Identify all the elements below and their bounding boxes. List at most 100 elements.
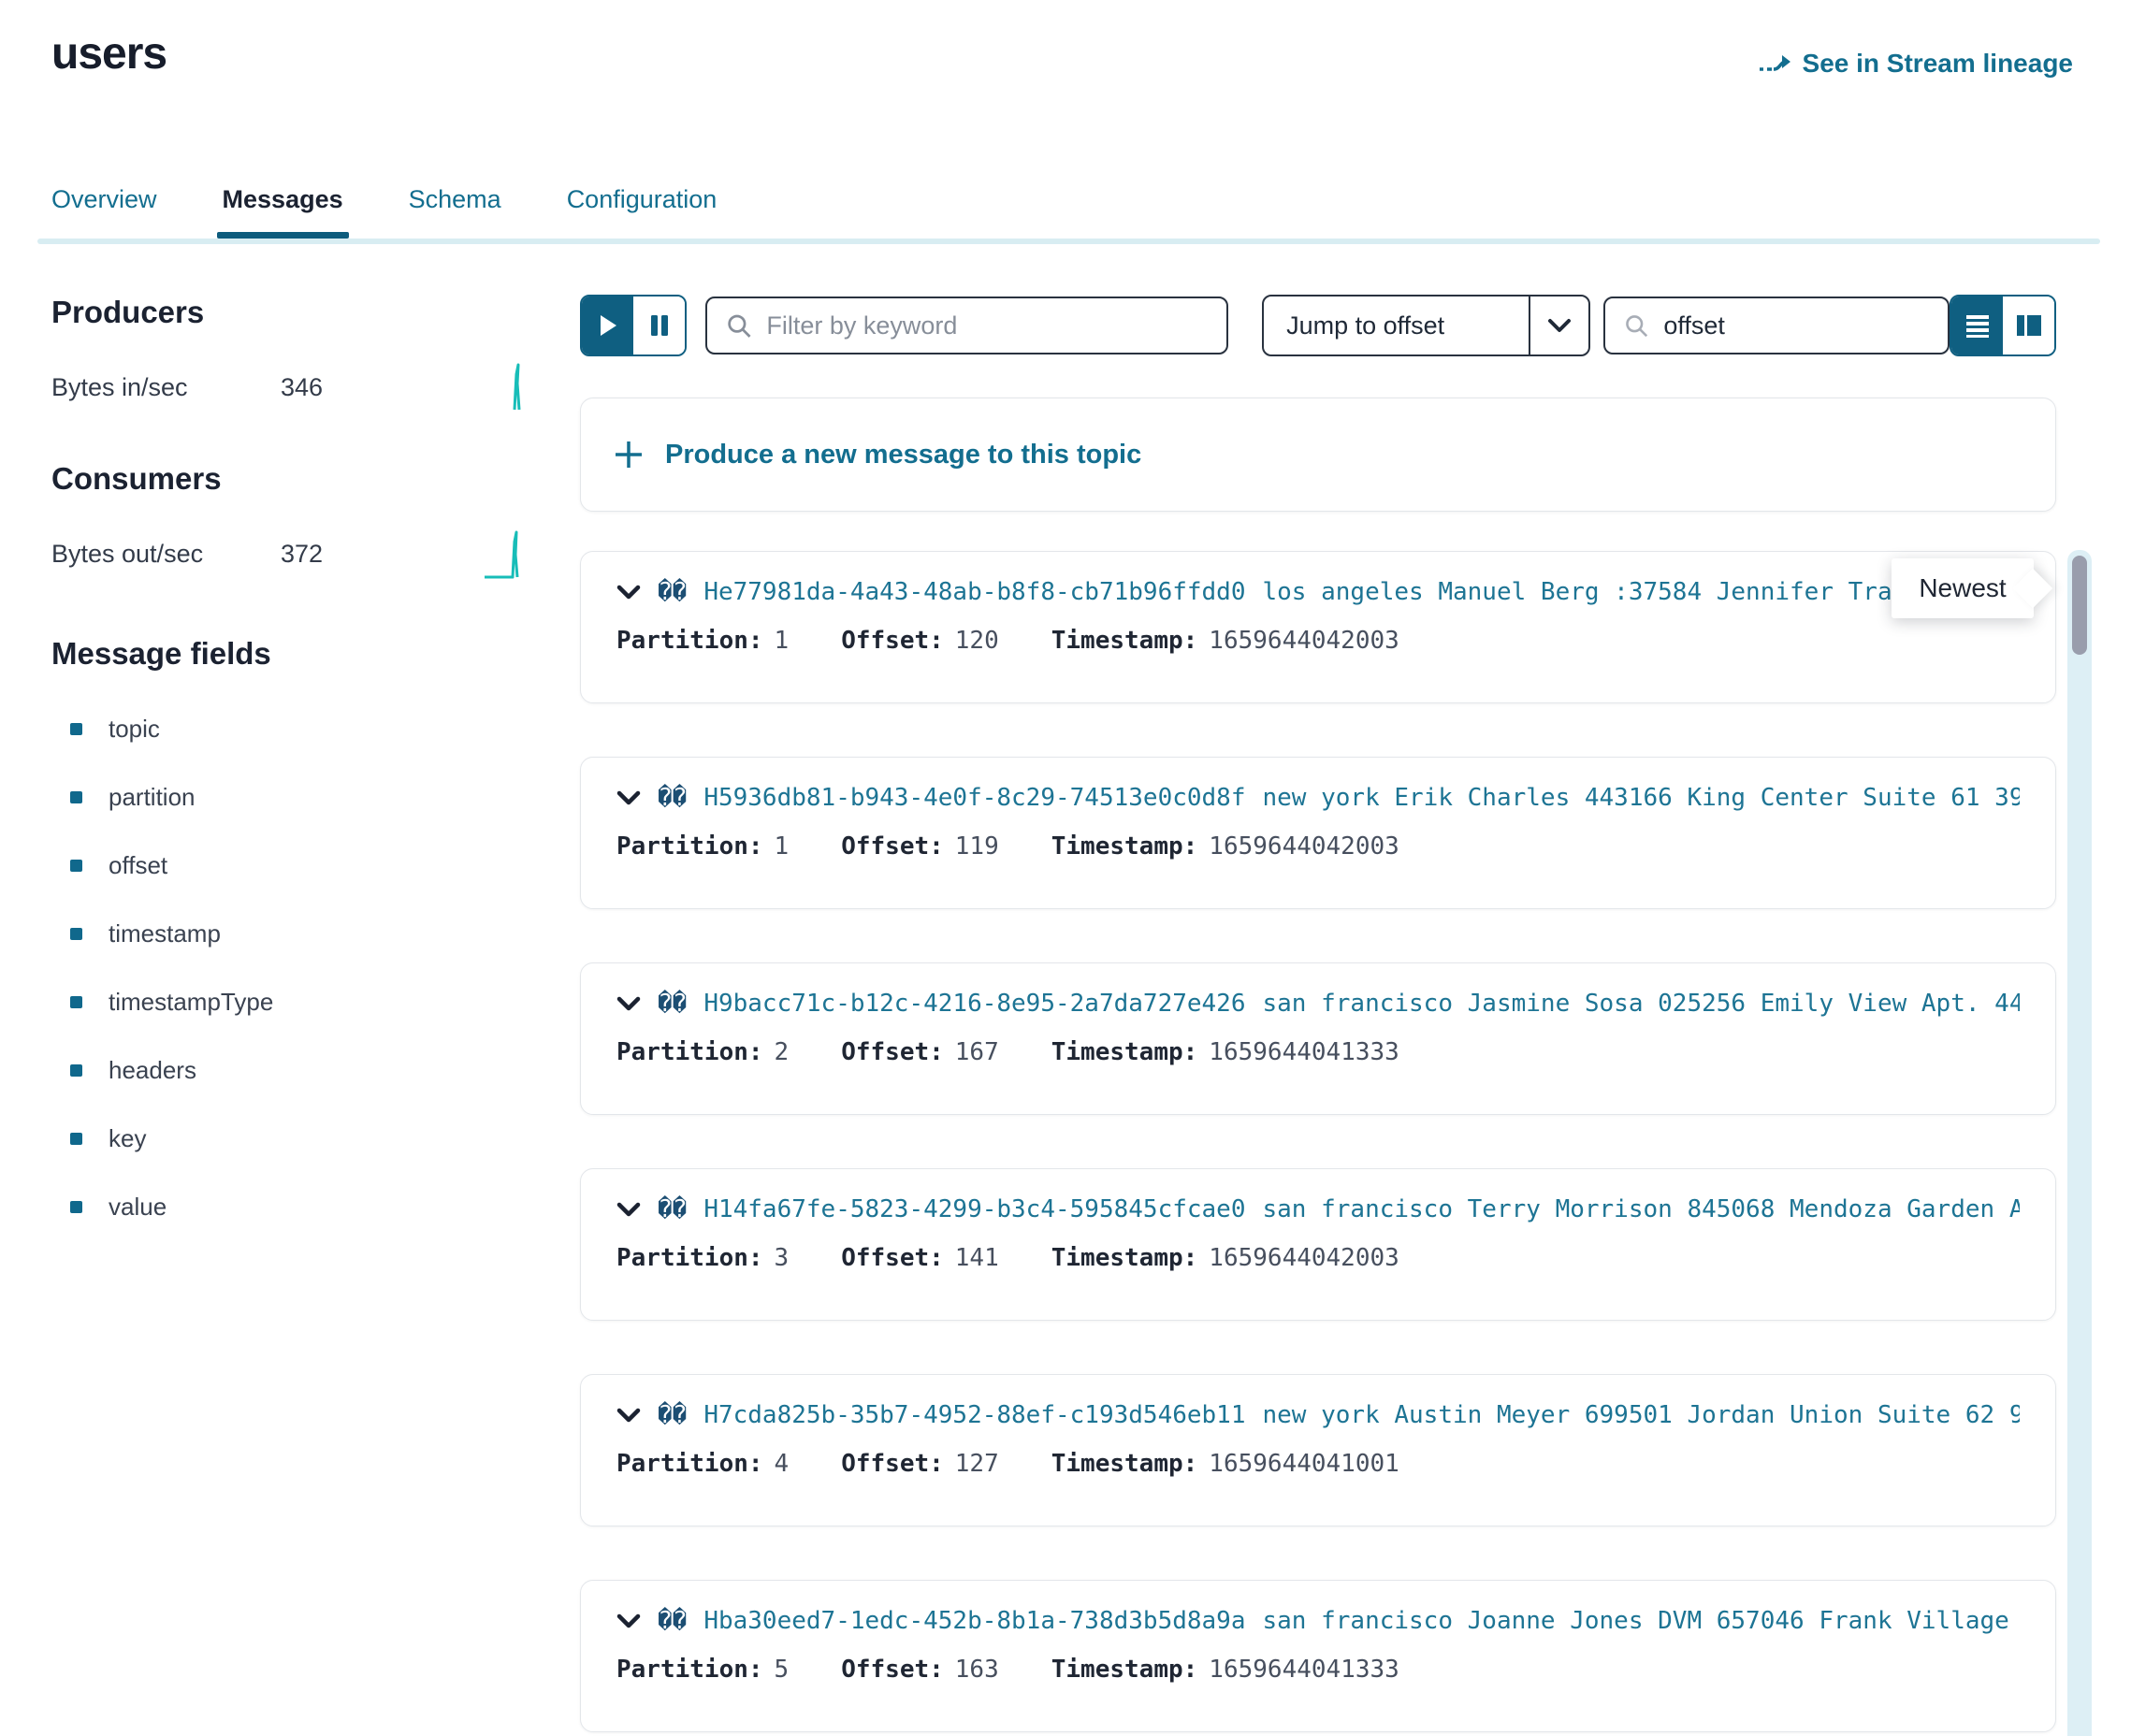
- field-bullet-icon: [70, 1133, 82, 1145]
- field-bullet-icon: [70, 928, 82, 940]
- newest-tooltip-label: Newest: [1919, 573, 2006, 603]
- message-list-scrollbar-thumb[interactable]: [2072, 556, 2087, 655]
- dashed-arrow-icon: [1758, 50, 1791, 78]
- replacement-glyphs: ��: [658, 1607, 687, 1635]
- message-key[interactable]: H5936db81-b943-4e0f-8c29-74513e0c0d8f: [703, 784, 1245, 812]
- message-meta: Partition:1 Offset:119 Timestamp:1659644…: [616, 832, 2020, 861]
- message-meta: Partition:5 Offset:163 Timestamp:1659644…: [616, 1656, 2020, 1684]
- field-item-partition[interactable]: partition: [51, 763, 524, 832]
- message-value-preview: san francisco Joanne Jones DVM 657046 Fr…: [1263, 1607, 2021, 1635]
- message-value-preview: new york Austin Meyer 699501 Jordan Unio…: [1263, 1401, 2021, 1429]
- bytes-in-sparkline: [486, 361, 524, 413]
- see-in-stream-lineage-link[interactable]: See in Stream lineage: [1758, 49, 2073, 79]
- search-icon: [726, 311, 751, 340]
- replacement-glyphs: ��: [658, 1195, 687, 1223]
- replacement-glyphs: ��: [658, 990, 687, 1018]
- message-key[interactable]: H14fa67fe-5823-4299-b3c4-595845cfcae0: [703, 1195, 1245, 1223]
- messages-toolbar: Jump to offset: [580, 295, 2056, 356]
- replacement-glyphs: ��: [658, 784, 687, 812]
- tab-underline-track: [37, 239, 2100, 244]
- view-mode-toggle: [1950, 295, 2056, 356]
- metrics-sidebar: Producers Bytes in/sec 346 Consumers Byt…: [51, 296, 524, 1241]
- message-meta: Partition:4 Offset:127 Timestamp:1659644…: [616, 1450, 2020, 1478]
- message-value-preview: new york Erik Charles 443166 King Center…: [1263, 784, 2021, 812]
- replacement-glyphs: ��: [658, 578, 687, 606]
- field-bullet-icon: [70, 1064, 82, 1077]
- tab-configuration[interactable]: Configuration: [567, 185, 718, 239]
- produce-message-button[interactable]: Produce a new message to this topic: [580, 398, 2056, 512]
- list-view-button[interactable]: [1951, 297, 2003, 354]
- jump-to-offset-select[interactable]: Jump to offset: [1262, 295, 1590, 356]
- split-view-button[interactable]: [2003, 297, 2054, 354]
- field-bullet-icon: [70, 791, 82, 803]
- producers-heading: Producers: [51, 296, 524, 329]
- message-card: �� H7cda825b-35b7-4952-88ef-c193d546eb11…: [580, 1374, 2056, 1526]
- message-key[interactable]: H9bacc71c-b12c-4216-8e95-2a7da727e426: [703, 990, 1245, 1018]
- filter-field: [705, 297, 1228, 354]
- message-list-scrollbar-track[interactable]: [2067, 550, 2092, 1736]
- message-meta: Partition:1 Offset:120 Timestamp:1659644…: [616, 627, 2020, 655]
- consumers-heading: Consumers: [51, 462, 524, 496]
- lineage-link-label: See in Stream lineage: [1803, 49, 2073, 79]
- bytes-out-value: 372: [281, 540, 323, 569]
- expand-chevron-icon[interactable]: [616, 1408, 641, 1423]
- page-title: users: [51, 28, 167, 80]
- field-item-topic[interactable]: topic: [51, 695, 524, 763]
- message-value-preview: san francisco Jasmine Sosa 025256 Emily …: [1263, 990, 2021, 1018]
- message-card: �� H14fa67fe-5823-4299-b3c4-595845cfcae0…: [580, 1168, 2056, 1321]
- play-icon: [598, 313, 618, 338]
- messages-panel: Jump to offset: [580, 281, 2056, 1732]
- message-card: �� Hba30eed7-1edc-452b-8b1a-738d3b5d8a9a…: [580, 1580, 2056, 1732]
- message-list: �� He77981da-4a43-48ab-b8f8-cb71b96ffdd0…: [580, 551, 2056, 1732]
- bytes-in-value: 346: [281, 373, 323, 402]
- field-bullet-icon: [70, 1201, 82, 1213]
- play-button[interactable]: [582, 297, 633, 354]
- bytes-out-sparkline: [483, 527, 524, 581]
- topic-tabs: Overview Messages Schema Configuration: [37, 185, 2100, 244]
- field-item-key[interactable]: key: [51, 1105, 524, 1173]
- expand-chevron-icon[interactable]: [616, 1202, 641, 1217]
- chevron-down-icon: [1529, 297, 1588, 354]
- message-meta: Partition:2 Offset:167 Timestamp:1659644…: [616, 1038, 2020, 1066]
- split-view-icon: [2015, 312, 2043, 339]
- field-bullet-icon: [70, 996, 82, 1008]
- field-item-offset[interactable]: offset: [51, 832, 524, 900]
- message-card: �� H5936db81-b943-4e0f-8c29-74513e0c0d8f…: [580, 757, 2056, 909]
- message-fields-heading: Message fields: [51, 637, 524, 671]
- offset-search-field: [1603, 297, 1950, 354]
- replacement-glyphs: ��: [658, 1401, 687, 1429]
- filter-input[interactable]: [764, 311, 1208, 341]
- bytes-out-label: Bytes out/sec: [51, 540, 281, 569]
- produce-message-label: Produce a new message to this topic: [665, 440, 1141, 470]
- field-item-value[interactable]: value: [51, 1173, 524, 1241]
- message-fields-list: topic partition offset timestamp timesta…: [51, 695, 524, 1241]
- message-meta: Partition:3 Offset:141 Timestamp:1659644…: [616, 1244, 2020, 1272]
- bytes-in-row: Bytes in/sec 346: [51, 361, 524, 413]
- offset-search-input[interactable]: [1661, 311, 1929, 341]
- tab-overview[interactable]: Overview: [51, 185, 157, 239]
- list-view-icon: [1964, 312, 1991, 339]
- search-icon: [1624, 311, 1648, 340]
- message-card: �� He77981da-4a43-48ab-b8f8-cb71b96ffdd0…: [580, 551, 2056, 703]
- newest-tooltip: Newest: [1892, 558, 2034, 618]
- message-value-preview: los angeles Manuel Berg :37584 Jennifer …: [1263, 578, 1951, 606]
- tab-messages[interactable]: Messages: [223, 185, 343, 239]
- field-item-headers[interactable]: headers: [51, 1036, 524, 1105]
- field-bullet-icon: [70, 723, 82, 735]
- field-item-timestampType[interactable]: timestampType: [51, 968, 524, 1036]
- expand-chevron-icon[interactable]: [616, 996, 641, 1011]
- expand-chevron-icon[interactable]: [616, 1613, 641, 1628]
- jump-to-offset-label: Jump to offset: [1264, 297, 1529, 354]
- message-key[interactable]: H7cda825b-35b7-4952-88ef-c193d546eb11: [703, 1401, 1245, 1429]
- field-bullet-icon: [70, 860, 82, 872]
- plus-icon: [613, 439, 645, 470]
- field-item-timestamp[interactable]: timestamp: [51, 900, 524, 968]
- expand-chevron-icon[interactable]: [616, 790, 641, 805]
- pause-icon: [649, 313, 670, 338]
- message-key[interactable]: He77981da-4a43-48ab-b8f8-cb71b96ffdd0: [703, 578, 1245, 606]
- play-pause-toggle: [580, 295, 687, 356]
- pause-button[interactable]: [633, 297, 685, 354]
- expand-chevron-icon[interactable]: [616, 585, 641, 600]
- tab-schema[interactable]: Schema: [409, 185, 501, 239]
- message-key[interactable]: Hba30eed7-1edc-452b-8b1a-738d3b5d8a9a: [703, 1607, 1245, 1635]
